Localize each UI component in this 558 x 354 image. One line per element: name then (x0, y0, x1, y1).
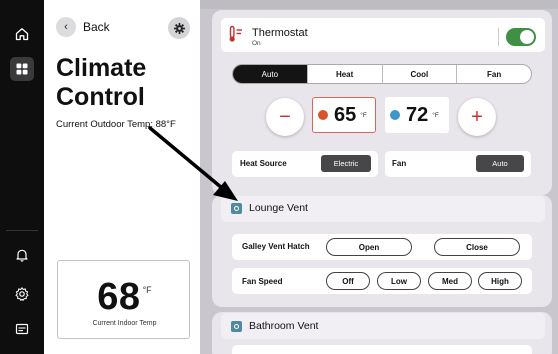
indoor-temp-number: 68 (97, 276, 141, 318)
decrease-button[interactable]: − (266, 98, 304, 136)
card-icon[interactable] (10, 317, 34, 341)
gear-icon[interactable] (10, 282, 34, 306)
heat-setpoint-value: 65 (334, 103, 357, 126)
fan-speed-label: Fan Speed (242, 277, 283, 286)
heat-source-select[interactable]: Electric (321, 155, 371, 172)
mode-selector: Auto Heat Cool Fan (232, 64, 532, 84)
indoor-temp-label: Current Indoor Temp (92, 320, 157, 327)
toggle-divider (498, 28, 499, 46)
vent-hatch-label: Galley Vent Hatch (242, 242, 310, 251)
thermostat-power-toggle[interactable] (506, 28, 536, 46)
vent-icon (231, 202, 242, 214)
fan-speed-off[interactable]: Off (326, 272, 370, 290)
bell-icon[interactable] (10, 243, 34, 267)
heat-dot-icon (318, 110, 328, 120)
bathroom-vent-title-group: Bathroom Vent (231, 320, 318, 332)
heat-source-label: Heat Source (240, 159, 287, 168)
back-label: Back (83, 20, 110, 34)
bathroom-vent-row (232, 345, 532, 354)
increase-button[interactable]: + (458, 98, 496, 136)
mode-heat[interactable]: Heat (306, 65, 382, 83)
cool-setpoint-value: 72 (406, 103, 429, 126)
thermostat-status: On (252, 40, 261, 47)
cool-setpoint-unit: °F (432, 111, 439, 119)
fan-select[interactable]: Auto (476, 155, 524, 172)
fan-speed-med[interactable]: Med (428, 272, 472, 290)
page-title: Climate Control (56, 54, 147, 111)
top-strip (200, 0, 558, 9)
nav-rail (0, 0, 44, 354)
chevron-left-icon: ‹ (56, 17, 76, 37)
indoor-temp-value: 68 °F (58, 276, 191, 319)
outdoor-temp: Current Outdoor Temp: 88°F (56, 119, 176, 130)
lounge-vent-title: Lounge Vent (249, 202, 308, 214)
screen: ‹ Back Climate Control Current Outdoor T… (0, 0, 558, 354)
mode-fan[interactable]: Fan (456, 65, 531, 83)
grid-icon[interactable] (10, 57, 34, 81)
hatch-close-button[interactable]: Close (434, 238, 520, 256)
fan-speed-low[interactable]: Low (377, 272, 421, 290)
settings-button[interactable] (168, 17, 190, 39)
settings-gear-icon (173, 22, 185, 34)
indoor-temp-card: 68 °F Current Indoor Temp (57, 260, 190, 339)
bathroom-vent-title: Bathroom Vent (249, 320, 319, 332)
back-button[interactable]: ‹ Back (56, 17, 110, 37)
rail-divider (6, 230, 38, 231)
cool-dot-icon (390, 110, 400, 120)
lounge-vent-title-group: Lounge Vent (231, 202, 308, 214)
heat-setpoint[interactable]: 65 °F (312, 97, 376, 133)
thermostat-title: Thermostat (252, 27, 308, 39)
cool-setpoint[interactable]: 72 °F (385, 97, 449, 133)
vent-icon (231, 320, 242, 332)
mode-auto[interactable]: Auto (233, 65, 307, 83)
climate-panel: ‹ Back Climate Control Current Outdoor T… (44, 0, 200, 354)
fan-speed-high[interactable]: High (478, 272, 522, 290)
indoor-temp-unit: °F (142, 285, 152, 295)
home-icon[interactable] (10, 22, 34, 46)
toggle-knob (520, 30, 534, 44)
fan-label: Fan (392, 159, 407, 168)
hatch-open-button[interactable]: Open (326, 238, 412, 256)
mode-cool[interactable]: Cool (381, 65, 457, 83)
heat-setpoint-unit: °F (360, 111, 367, 119)
thermometer-icon (228, 25, 244, 48)
controls-area (200, 0, 558, 354)
